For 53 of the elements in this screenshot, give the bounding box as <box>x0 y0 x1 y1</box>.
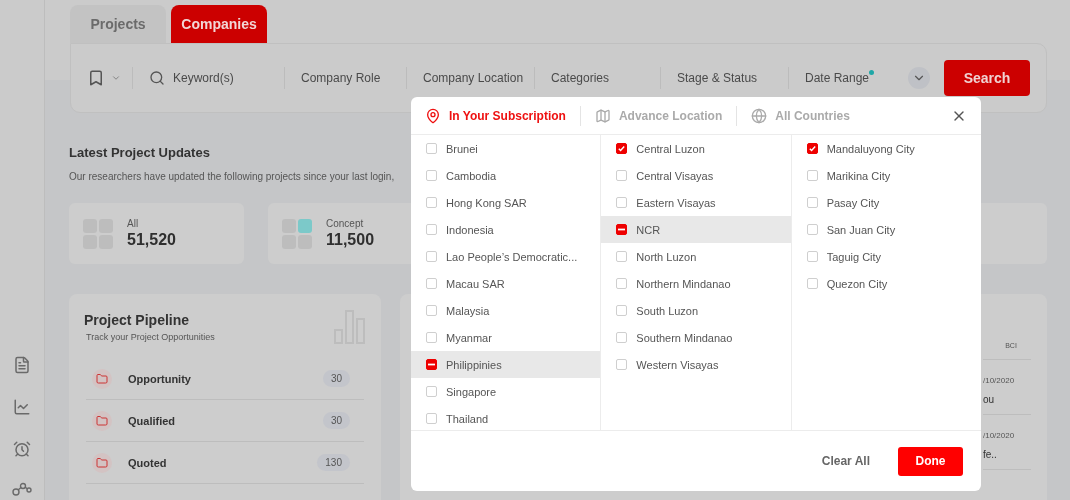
checkbox[interactable] <box>806 143 818 154</box>
minus-icon <box>618 226 626 233</box>
section-subtitle: Our researchers have updated the following projects since your last login, <box>69 171 395 182</box>
stat-label: All <box>127 218 140 229</box>
chevron-down-icon[interactable] <box>111 73 121 83</box>
folder-icon <box>92 452 112 473</box>
bookmark-icon[interactable] <box>87 69 105 87</box>
stat-value: 11,500 <box>326 231 375 249</box>
done-button[interactable]: Done <box>898 446 963 476</box>
filter-dropdown[interactable]: Date Range <box>805 71 870 85</box>
filter-dropdown[interactable]: Categories <box>551 71 610 85</box>
map-icon <box>594 107 611 124</box>
checkbox[interactable] <box>616 143 628 154</box>
filter-dropdown[interactable]: Stage & Status <box>677 71 758 85</box>
stage-label: Qualified <box>128 414 177 427</box>
pipeline-subtitle: Track your Project Opportunities <box>86 332 215 342</box>
indeterminate-checkbox[interactable] <box>616 224 628 235</box>
stat-value: 51,520 <box>127 231 176 249</box>
globe-icon <box>751 107 768 124</box>
line-chart-icon[interactable] <box>13 398 31 416</box>
entry-date: /10/2020 <box>983 431 1016 440</box>
search-icon <box>149 70 165 86</box>
entry-text: ou <box>983 394 996 405</box>
document-icon[interactable] <box>13 356 31 374</box>
stage-count: 30 <box>322 412 350 429</box>
location-item[interactable]: Philippinies <box>411 351 601 378</box>
indeterminate-checkbox[interactable] <box>426 359 437 370</box>
search-button[interactable]: Search <box>944 60 1030 96</box>
entry-date: /10/2020 <box>983 376 1016 385</box>
stage-label: Quoted <box>128 456 168 469</box>
check-icon <box>617 144 627 153</box>
stage-label: Opportunity <box>128 372 192 385</box>
stage-count: 130 <box>317 454 350 471</box>
alarm-clock-icon[interactable] <box>13 440 31 458</box>
location-item[interactable]: NCR <box>601 216 791 243</box>
folder-icon <box>92 410 112 431</box>
section-title: Latest Project Updates <box>69 145 210 160</box>
tab[interactable]: Companies <box>171 5 267 43</box>
stage-count: 30 <box>322 370 350 387</box>
keyword-field[interactable]: Keyword(s) <box>171 70 281 86</box>
clear-all-button[interactable]: Clear All <box>821 454 870 468</box>
filter-dropdown[interactable]: Company Location <box>423 71 524 85</box>
map-pin-icon <box>425 107 441 124</box>
stat-label: Concept <box>326 218 365 229</box>
entry-text: fe.. <box>983 449 998 460</box>
minus-icon <box>428 361 435 368</box>
filter-dropdown[interactable]: Company Role <box>301 71 381 85</box>
nodes-icon[interactable] <box>12 482 32 496</box>
location-tab[interactable]: In Your Subscription <box>425 105 580 126</box>
check-icon <box>807 144 817 153</box>
expand-button[interactable] <box>908 67 930 89</box>
pipeline-title: Project Pipeline <box>84 312 191 328</box>
folder-icon <box>92 368 112 389</box>
